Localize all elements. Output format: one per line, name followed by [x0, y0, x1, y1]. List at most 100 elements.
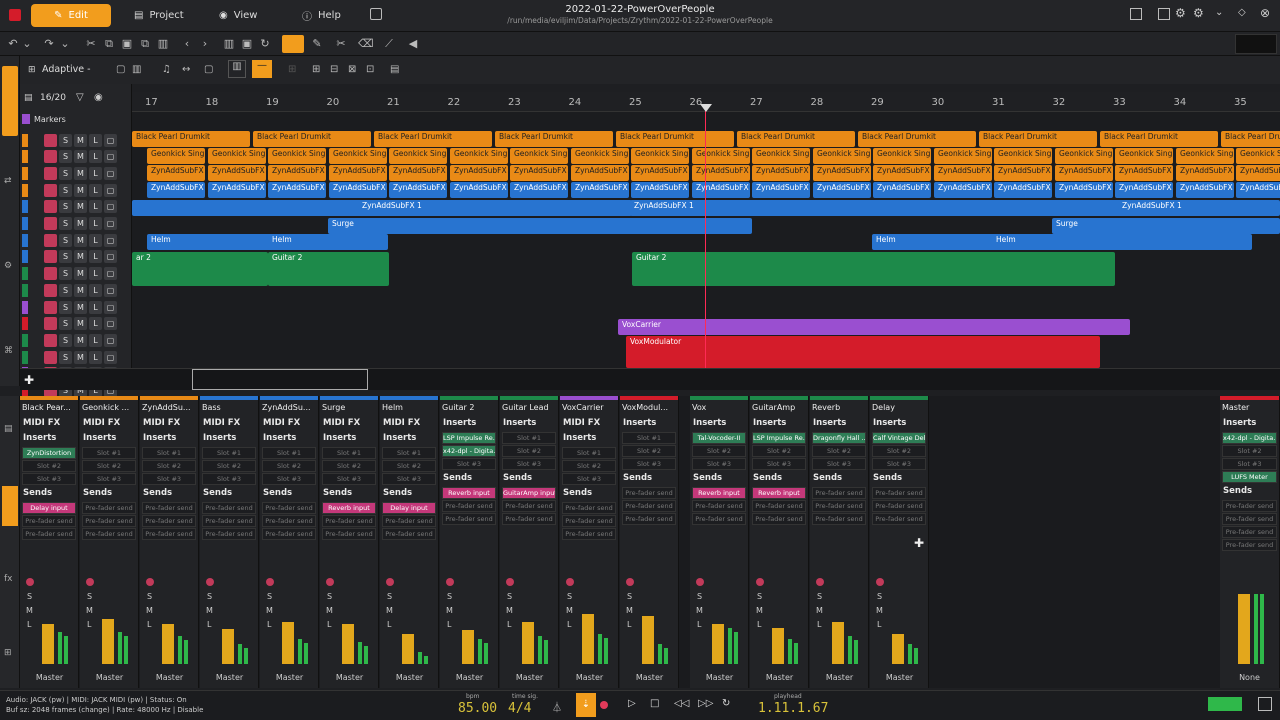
region[interactable]: Black Pearl Drumkit — [132, 131, 250, 147]
region[interactable]: ZynAddSubFX — [1236, 165, 1280, 181]
region[interactable]: Black Pearl Drumkit — [979, 131, 1097, 147]
region[interactable]: Geonkick Singl... — [934, 148, 992, 164]
solo-button[interactable]: S — [327, 592, 332, 601]
record-arm-icon[interactable] — [876, 578, 884, 586]
pin-icon[interactable]: ⚙ — [1175, 6, 1186, 20]
insert-slot[interactable]: Slot #3 — [1222, 458, 1277, 470]
select-tool-button[interactable] — [282, 35, 304, 53]
region[interactable]: ZynAddSubFX — [571, 165, 629, 181]
show-ui-icon[interactable]: ▢ — [104, 233, 117, 247]
insert-slot[interactable]: Slot #2 — [382, 460, 436, 472]
insert-slot[interactable]: Slot #2 — [812, 445, 866, 457]
record-arm-icon[interactable] — [326, 578, 334, 586]
channel-name[interactable]: ZynAddSu... — [140, 400, 198, 416]
listen-button[interactable]: L — [89, 250, 102, 264]
solo-button[interactable]: S — [59, 183, 72, 197]
send-slot[interactable]: Pre-fader send — [262, 515, 316, 527]
mute-button[interactable]: M — [386, 606, 393, 615]
region[interactable]: ZynAddSubFX — [208, 165, 266, 181]
mute-button[interactable]: M — [326, 606, 333, 615]
region[interactable]: Black Pearl Drumkit — [616, 131, 734, 147]
insert-slot[interactable]: Slot #1 — [82, 447, 136, 459]
insert-slot[interactable]: Slot #3 — [142, 473, 196, 485]
volume-fader[interactable] — [102, 619, 114, 664]
mute-button[interactable]: M — [86, 606, 93, 615]
solo-button[interactable]: S — [59, 150, 72, 164]
region[interactable]: ZynAddSubFX 1 — [358, 200, 628, 216]
send-slot[interactable]: Pre-fader send — [692, 500, 746, 512]
send-slot[interactable]: Delay input — [22, 502, 76, 514]
volume-fader[interactable] — [282, 622, 294, 664]
channel-name[interactable]: Guitar Lead — [500, 400, 558, 416]
zoom-best-fit-icon[interactable]: ⊡ — [366, 64, 374, 75]
track-header[interactable]: SML▢ — [20, 232, 132, 248]
listen-button[interactable]: L — [327, 620, 331, 629]
region[interactable]: Black Pearl Drumkit — [1221, 131, 1280, 147]
region[interactable]: ZynAddSubFX — [1115, 165, 1173, 181]
region[interactable]: ZynAddSubFX — [752, 182, 810, 198]
record-arm-button[interactable]: ⇣ — [576, 693, 596, 717]
send-slot[interactable]: Pre-fader send — [382, 528, 436, 540]
erase-tool-icon[interactable]: ⌫ — [358, 37, 374, 51]
mute-button[interactable]: M — [74, 166, 87, 180]
listen-button[interactable]: L — [147, 620, 151, 629]
send-slot[interactable]: Pre-fader send — [442, 500, 496, 512]
volume-fader[interactable] — [522, 622, 534, 664]
insert-slot[interactable]: Slot #2 — [322, 460, 376, 472]
channel-name[interactable]: ZynAddSu... — [260, 400, 318, 416]
region[interactable]: ZynAddSubFX — [389, 182, 447, 198]
output-selector[interactable]: Master — [692, 671, 747, 684]
timeline-minimap[interactable]: ✚ — [20, 368, 1280, 390]
channel-name[interactable]: Black Pear... — [20, 400, 78, 416]
listen-button[interactable]: L — [507, 620, 511, 629]
mute-button[interactable]: M — [74, 317, 87, 331]
solo-button[interactable]: S — [627, 592, 632, 601]
insert-slot[interactable]: Slot #2 — [22, 460, 76, 472]
region[interactable]: Geonkick Singl... — [752, 148, 810, 164]
redo-menu-icon[interactable]: ⌄ — [58, 37, 72, 51]
region[interactable]: Geonkick Singl... — [329, 148, 387, 164]
insert-slot[interactable]: Slot #2 — [502, 445, 556, 457]
listen-button[interactable]: L — [27, 620, 31, 629]
solo-button[interactable]: S — [59, 250, 72, 264]
insert-slot[interactable]: Slot #3 — [262, 473, 316, 485]
volume-fader[interactable] — [772, 628, 784, 664]
insert-slot[interactable]: ZynDistortion — [22, 447, 76, 459]
timesig-display[interactable]: 4/4 — [508, 701, 531, 716]
track-header[interactable]: SML▢ — [20, 149, 132, 165]
send-slot[interactable]: Pre-fader send — [812, 513, 866, 525]
region[interactable]: ZynAddSubFX — [934, 165, 992, 181]
mute-button[interactable]: M — [266, 606, 273, 615]
send-slot[interactable]: Pre-fader send — [322, 528, 376, 540]
volume-fader[interactable] — [222, 629, 234, 664]
mute-button[interactable]: M — [446, 606, 453, 615]
plugin-icon[interactable]: ⚙ — [4, 261, 12, 271]
output-selector[interactable]: Master — [562, 671, 617, 684]
output-selector[interactable]: Master — [262, 671, 317, 684]
region[interactable]: Geonkick Singl... — [1055, 148, 1113, 164]
insert-slot[interactable]: Slot #3 — [872, 458, 926, 470]
record-arm-icon[interactable] — [44, 133, 57, 147]
insert-slot[interactable]: Slot #2 — [752, 445, 806, 457]
insert-slot[interactable]: LUFS Meter — [1222, 471, 1277, 483]
output-selector[interactable]: None — [1222, 671, 1277, 684]
marker-icon[interactable]: ⌘ — [4, 346, 13, 356]
region[interactable]: Geonkick Singl... — [147, 148, 205, 164]
channel-name[interactable]: Delay — [870, 400, 928, 416]
add-track-icon[interactable]: ✚ — [24, 373, 34, 387]
insert-slot[interactable]: Slot #3 — [202, 473, 256, 485]
send-slot[interactable]: Pre-fader send — [622, 487, 676, 499]
send-slot[interactable]: Pre-fader send — [1222, 500, 1277, 512]
insert-slot[interactable]: Tal-Vocoder-II — [692, 432, 746, 444]
record-arm-icon[interactable] — [44, 183, 57, 197]
send-slot[interactable]: Pre-fader send — [502, 500, 556, 512]
listen-button[interactable]: L — [89, 183, 102, 197]
send-slot[interactable]: Pre-fader send — [812, 500, 866, 512]
audition-tool-icon[interactable]: ◀ — [406, 37, 420, 51]
insert-slot[interactable]: Slot #1 — [322, 447, 376, 459]
solo-button[interactable]: S — [59, 217, 72, 230]
insert-slot[interactable]: Slot #2 — [202, 460, 256, 472]
region[interactable]: ZynAddSubFX — [147, 182, 205, 198]
region[interactable]: ZynAddSubFX — [208, 182, 266, 198]
minimap-viewport[interactable] — [192, 369, 368, 390]
